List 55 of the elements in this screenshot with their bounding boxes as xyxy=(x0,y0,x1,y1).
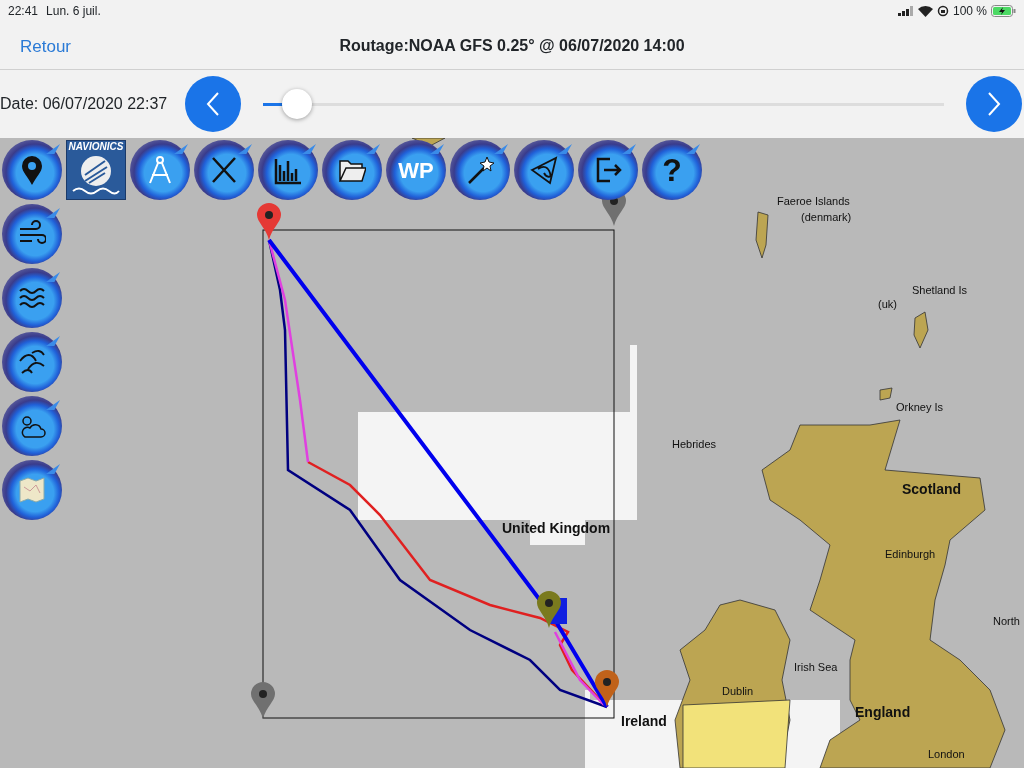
place-label: Hebrides xyxy=(672,438,717,450)
shetland-island xyxy=(913,311,929,349)
status-time: 22:41 xyxy=(8,3,39,20)
back-link[interactable]: Retour xyxy=(20,34,72,60)
map-layer-button[interactable] xyxy=(2,460,62,520)
rotation-lock-icon xyxy=(936,5,949,17)
map-icon xyxy=(18,475,46,505)
weather-layer-button[interactable] xyxy=(2,396,62,456)
net-icon xyxy=(530,155,558,185)
place-label: Shetland Is xyxy=(912,284,968,296)
place-label: Irish Sea xyxy=(794,661,838,673)
net-button[interactable] xyxy=(514,140,574,200)
faeroe-island xyxy=(755,211,769,259)
slider-thumb[interactable] xyxy=(282,89,313,119)
battery-percent: 100 % xyxy=(952,3,987,20)
text-tool-button[interactable]: ? xyxy=(642,140,702,200)
chart-button[interactable] xyxy=(258,140,318,200)
window-title: Routage:NOAA GFS 0.25° @ 06/07/2020 14:00 xyxy=(339,35,685,56)
place-label: Dublin xyxy=(722,685,754,697)
chevron-left-icon xyxy=(206,91,221,117)
swell-layer-button[interactable] xyxy=(2,332,62,392)
date-label: Date: 06/07/2020 22:37 xyxy=(0,94,168,114)
navionics-logo-icon xyxy=(71,153,121,197)
time-slider[interactable] xyxy=(263,89,944,119)
place-label: London xyxy=(928,748,965,760)
exit-icon xyxy=(594,155,622,185)
exit-button[interactable] xyxy=(578,140,638,200)
status-date: Lun. 6 juil. xyxy=(46,3,101,20)
country-label: United Kingdom xyxy=(502,520,611,536)
waves-layer-button[interactable] xyxy=(2,268,62,328)
close-icon xyxy=(210,155,238,185)
marker-tool-button[interactable] xyxy=(2,140,62,200)
navionics-button[interactable]: NAVIONICS xyxy=(66,140,126,200)
place-label: Faeroe Islands xyxy=(777,195,850,207)
country-label: Ireland xyxy=(621,713,667,729)
navionics-label: NAVIONICS xyxy=(68,141,124,153)
compass-icon xyxy=(146,155,174,185)
compass-tool-button[interactable] xyxy=(130,140,190,200)
chevron-right-icon xyxy=(987,91,1001,117)
place-label: Edinburgh xyxy=(885,548,936,560)
wifi-icon xyxy=(917,5,933,17)
country-label: Scotland xyxy=(902,481,962,497)
orkney-island xyxy=(879,387,893,401)
place-label: (denmark) xyxy=(801,211,852,223)
place-label: (uk) xyxy=(878,298,897,310)
signal-icon xyxy=(897,6,914,16)
magic-wand-button[interactable] xyxy=(450,140,510,200)
wind-layer-button[interactable] xyxy=(2,204,62,264)
place-label: Orkney Is xyxy=(896,401,944,413)
open-folder-button[interactable] xyxy=(322,140,382,200)
country-label: England xyxy=(855,704,911,720)
magic-wand-icon xyxy=(466,155,494,185)
next-button[interactable] xyxy=(966,76,1022,132)
place-label: North xyxy=(993,615,1020,627)
clear-button[interactable] xyxy=(194,140,254,200)
